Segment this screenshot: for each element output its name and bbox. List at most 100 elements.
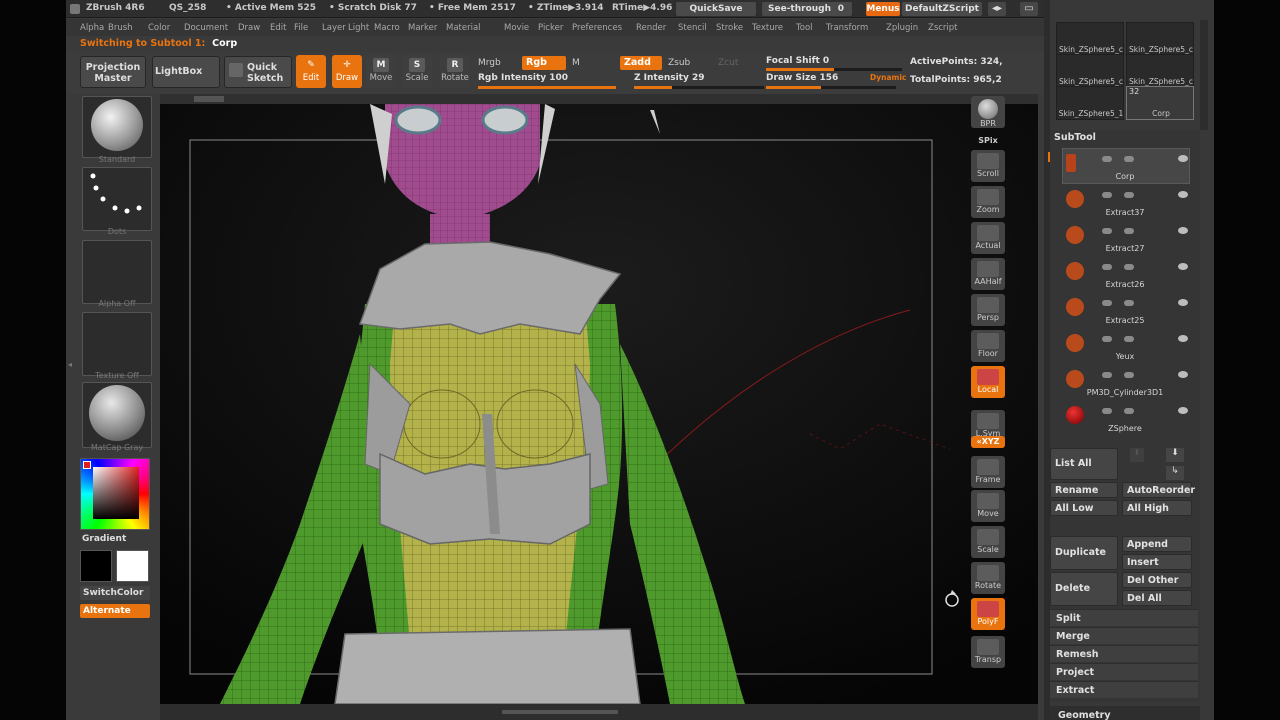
tool-thumb-5[interactable]: Skin_ZSphere5_1 xyxy=(1056,86,1124,120)
subtool-toggle-icon[interactable] xyxy=(1124,264,1134,270)
visibility-eye-icon[interactable] xyxy=(1178,263,1188,270)
canvas-scroll-thumb[interactable] xyxy=(194,96,224,102)
canvas-scrollbar-bottom[interactable] xyxy=(160,704,1038,720)
canvas-bottom-thumb[interactable] xyxy=(502,710,618,714)
alternate-button[interactable]: Alternate xyxy=(80,604,150,618)
tray-collapse-icon[interactable]: ◂ xyxy=(68,360,74,374)
menu-stroke[interactable]: Stroke xyxy=(716,23,743,33)
subtool-toggle-icon[interactable] xyxy=(1102,336,1112,342)
zadd-button[interactable]: Zadd xyxy=(620,56,662,70)
menu-zplugin[interactable]: Zplugin xyxy=(886,23,918,33)
subtool-toggle-icon[interactable] xyxy=(1102,408,1112,414)
menu-render[interactable]: Render xyxy=(636,23,666,33)
extract-section[interactable]: Extract xyxy=(1050,681,1198,698)
viewport-aahalf-button[interactable]: AAHalf xyxy=(971,258,1005,290)
tool-thumb-4[interactable]: Skin_ZSphere5_c xyxy=(1126,54,1194,88)
duplicate-button[interactable]: Duplicate xyxy=(1050,536,1118,570)
color-picker[interactable] xyxy=(80,458,150,530)
menus-button[interactable]: Menus xyxy=(866,2,900,16)
subtool-item[interactable]: PM3D_Cylinder3D1 xyxy=(1062,366,1188,400)
subtool-toggle-icon[interactable] xyxy=(1124,156,1134,162)
tool-thumb-3[interactable]: Skin_ZSphere5_c xyxy=(1056,54,1124,88)
viewport-move-button[interactable]: Move xyxy=(971,490,1005,522)
subtool-toggle-icon[interactable] xyxy=(1102,192,1112,198)
visibility-eye-icon[interactable] xyxy=(1178,371,1188,378)
z-intensity-slider[interactable] xyxy=(634,86,764,89)
visibility-eye-icon[interactable] xyxy=(1178,191,1188,198)
menu-texture[interactable]: Texture xyxy=(752,23,783,33)
geometry-section[interactable]: Geometry xyxy=(1050,706,1200,720)
draw-mode-button[interactable]: ✛ Draw xyxy=(332,55,362,88)
quick-sketch-button[interactable]: Quick Sketch xyxy=(224,56,292,88)
subtool-item[interactable]: Extract37 xyxy=(1062,186,1188,220)
zsub-button[interactable]: Zsub xyxy=(668,58,690,68)
tool-thumb-2[interactable]: Skin_ZSphere5_c xyxy=(1126,22,1194,56)
menu-tool[interactable]: Tool xyxy=(796,23,813,33)
menu-material[interactable]: Material xyxy=(446,23,481,33)
menu-zscript[interactable]: Zscript xyxy=(928,23,958,33)
secondary-color-swatch[interactable] xyxy=(80,550,112,582)
menu-brush[interactable]: Brush xyxy=(108,23,133,33)
menu-alpha[interactable]: Alpha xyxy=(80,23,104,33)
document-canvas[interactable] xyxy=(160,104,1038,704)
all-low-button[interactable]: All Low xyxy=(1050,500,1118,516)
menu-preferences[interactable]: Preferences xyxy=(572,23,622,33)
subtool-toggle-icon[interactable] xyxy=(1102,264,1112,270)
merge-section[interactable]: Merge xyxy=(1050,627,1198,644)
all-high-button[interactable]: All High xyxy=(1122,500,1192,516)
material-slot[interactable] xyxy=(82,382,152,448)
mrgb-button[interactable]: Mrgb xyxy=(478,58,501,68)
move-mode-button[interactable]: M Move xyxy=(366,55,396,88)
dynamic-toggle[interactable]: Dynamic xyxy=(870,73,906,82)
viewport-scroll-button[interactable]: Scroll xyxy=(971,150,1005,182)
del-other-button[interactable]: Del Other xyxy=(1122,572,1192,588)
alpha-slot[interactable] xyxy=(82,240,152,304)
viewport-rotate-button[interactable]: Rotate xyxy=(971,562,1005,594)
del-all-button[interactable]: Del All xyxy=(1122,590,1192,606)
viewport-scale-button[interactable]: Scale xyxy=(971,526,1005,558)
viewport-polyf-button[interactable]: PolyF xyxy=(971,598,1005,630)
minimize-icon[interactable]: ▭ xyxy=(1020,2,1038,16)
viewport-zoom-button[interactable]: Zoom xyxy=(971,186,1005,218)
menu-edit[interactable]: Edit xyxy=(270,23,286,33)
visibility-eye-icon[interactable] xyxy=(1178,299,1188,306)
subtool-title[interactable]: SubTool xyxy=(1054,132,1096,143)
move-into-icon[interactable]: ↳ xyxy=(1166,466,1184,480)
viewport-spix-button[interactable]: SPix xyxy=(971,134,1005,148)
menu-file[interactable]: File xyxy=(294,23,308,33)
subtool-item[interactable]: Extract27 xyxy=(1062,222,1188,256)
tool-thumb-corp[interactable]: 32 Corp xyxy=(1126,86,1194,120)
project-section[interactable]: Project xyxy=(1050,663,1198,680)
menu-picker[interactable]: Picker xyxy=(538,23,563,33)
visibility-eye-icon[interactable] xyxy=(1178,335,1188,342)
menu-document[interactable]: Document xyxy=(184,23,228,33)
zcut-button[interactable]: Zcut xyxy=(718,58,738,68)
subtool-toggle-icon[interactable] xyxy=(1124,300,1134,306)
projection-master-button[interactable]: Projection Master xyxy=(80,56,146,88)
rotate-mode-button[interactable]: R Rotate xyxy=(440,55,470,88)
append-button[interactable]: Append xyxy=(1122,536,1192,552)
subtool-toggle-icon[interactable] xyxy=(1102,372,1112,378)
subtool-toggle-icon[interactable] xyxy=(1124,336,1134,342)
subtool-toggle-icon[interactable] xyxy=(1124,372,1134,378)
subtool-item[interactable]: ZSphere xyxy=(1062,402,1188,436)
draw-size-slider[interactable] xyxy=(766,86,896,89)
viewport-bpr-button[interactable]: BPR xyxy=(971,96,1005,128)
quicksave-button[interactable]: QuickSave xyxy=(676,2,756,16)
menu-movie[interactable]: Movie xyxy=(504,23,529,33)
canvas-scrollbar-top[interactable] xyxy=(160,94,1038,104)
texture-slot[interactable] xyxy=(82,312,152,376)
rgb-intensity-slider[interactable] xyxy=(478,86,616,89)
menu-color[interactable]: Color xyxy=(148,23,170,33)
visibility-eye-icon[interactable] xyxy=(1178,227,1188,234)
m-button[interactable]: M xyxy=(572,58,580,68)
menu-transform[interactable]: Transform xyxy=(826,23,868,33)
viewport-transp-button[interactable]: Transp xyxy=(971,636,1005,668)
viewport-frame-button[interactable]: Frame xyxy=(971,456,1005,488)
main-color-swatch[interactable] xyxy=(116,550,149,582)
menu-marker[interactable]: Marker xyxy=(408,23,437,33)
arrows-icon[interactable]: ◂▸ xyxy=(988,2,1006,16)
menu-light[interactable]: Light xyxy=(348,23,369,33)
subtool-toggle-icon[interactable] xyxy=(1102,300,1112,306)
see-through-slider[interactable]: See-through 0 xyxy=(762,2,852,16)
